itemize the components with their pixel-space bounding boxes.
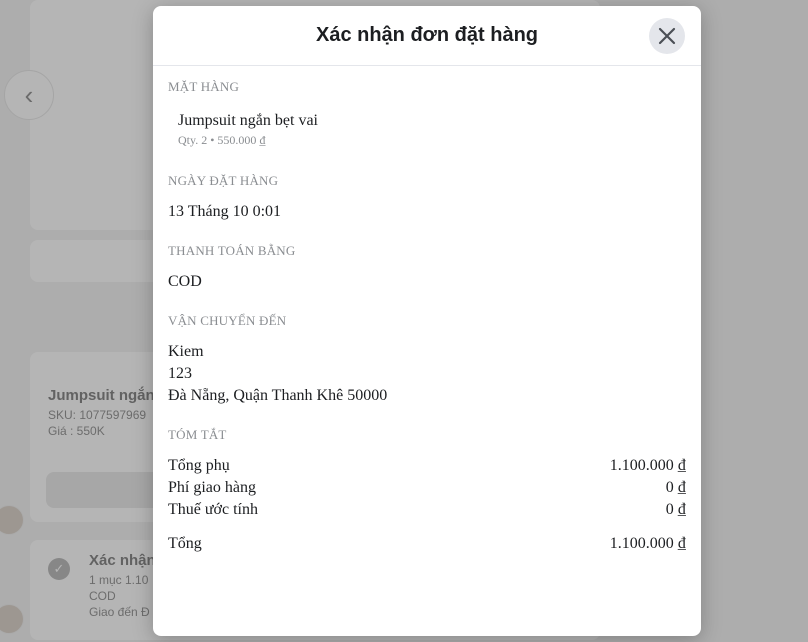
- shipping-address: Kiem 123 Đà Nẵng, Quận Thanh Khê 50000: [168, 341, 686, 407]
- summary-section-label: TÓM TẮT: [168, 427, 227, 442]
- item-entry: Jumpsuit ngắn bẹt vai Qty. 2 • 550.000 ₫: [168, 110, 686, 148]
- close-button[interactable]: [649, 18, 685, 54]
- payment-method: COD: [168, 273, 202, 290]
- payment-section-label: THANH TOÁN BẰNG: [168, 243, 296, 258]
- dialog-body: MẶT HÀNG Jumpsuit ngắn bẹt vai Qty. 2 • …: [153, 79, 701, 555]
- total-row: Tổng 1.100.000 ₫: [168, 533, 686, 555]
- total-label: Tổng: [168, 535, 202, 552]
- shipping-fee-value: 0 ₫: [665, 479, 686, 496]
- dialog-header: Xác nhận đơn đặt hàng: [153, 6, 701, 66]
- date-section-label: NGÀY ĐẶT HÀNG: [168, 173, 279, 188]
- item-meta: Qty. 2 • 550.000 ₫: [178, 133, 266, 147]
- order-summary: Tổng phụ 1.100.000 ₫ Phí giao hàng 0 ₫ T…: [168, 455, 686, 555]
- tax-row: Thuế ước tính 0 ₫: [168, 499, 686, 521]
- tax-value: 0 ₫: [665, 501, 686, 518]
- tax-label: Thuế ước tính: [168, 501, 258, 518]
- order-date: 13 Tháng 10 0:01: [168, 203, 282, 220]
- order-confirmation-dialog: Xác nhận đơn đặt hàng MẶT HÀNG Jumpsuit …: [153, 6, 701, 636]
- shipping-fee-row: Phí giao hàng 0 ₫: [168, 477, 686, 499]
- ship-line1: 123: [168, 365, 192, 382]
- subtotal-label: Tổng phụ: [168, 457, 230, 474]
- dialog-title: Xác nhận đơn đặt hàng: [315, 24, 538, 46]
- shipping-fee-label: Phí giao hàng: [168, 479, 256, 496]
- subtotal-row: Tổng phụ 1.100.000 ₫: [168, 455, 686, 477]
- subtotal-value: 1.100.000 ₫: [609, 457, 686, 474]
- items-section-label: MẶT HÀNG: [168, 79, 240, 94]
- close-icon: [658, 27, 676, 45]
- ship-name: Kiem: [168, 343, 204, 360]
- total-value: 1.100.000 ₫: [609, 535, 686, 552]
- shipping-section-label: VẬN CHUYỂN ĐẾN: [168, 313, 287, 328]
- ship-line2: Đà Nẵng, Quận Thanh Khê 50000: [168, 387, 388, 404]
- item-name: Jumpsuit ngắn bẹt vai: [178, 112, 318, 129]
